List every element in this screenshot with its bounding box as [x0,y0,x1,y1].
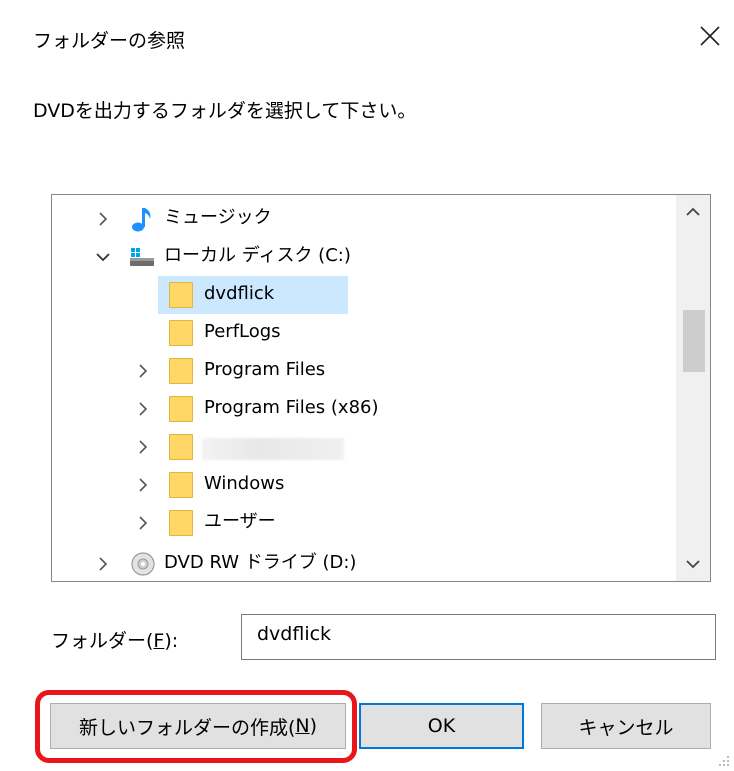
title-bar: フォルダーの参照 [0,0,734,78]
folder-icon [169,282,193,308]
vertical-scrollbar[interactable] [676,195,710,581]
tree-item-local-disk[interactable]: ローカル ディスク (C:) [52,238,674,276]
tree-item-label: ユーザー [204,511,276,532]
folder-accel-key: F [153,630,165,652]
tree-item-label: ローカル ディスク (C:) [164,245,351,266]
tree-item-label: PerfLogs [204,321,281,342]
tree-item-music[interactable]: ミュージック [52,200,674,238]
chevron-down-icon[interactable] [94,248,112,266]
dialog-title: フォルダーの参照 [33,30,186,52]
tree-item-dvd-drive[interactable]: DVD RW ドライブ (D:) [52,545,674,581]
tree-item-dvdflick[interactable]: dvdflick [52,276,674,314]
chevron-right-icon[interactable] [134,476,152,494]
scroll-up-button[interactable] [676,195,710,229]
tree-item-label: ミュージック [164,207,272,228]
chevron-right-icon[interactable] [94,555,112,573]
folder-icon [169,320,193,346]
chevron-right-icon[interactable] [134,362,152,380]
chevron-right-icon[interactable] [134,514,152,532]
folder-icon [169,510,193,536]
cancel-button[interactable]: キャンセル [541,703,711,749]
tree-item-label: Program Files [204,359,326,380]
tree-item-label: DVD RW ドライブ (D:) [164,552,357,573]
folder-icon [169,358,193,384]
tree-item-program-files-x86[interactable]: Program Files (x86) [52,390,674,428]
instruction-text: DVDを出力するフォルダを選択して下さい。 [33,100,417,122]
chevron-up-icon [686,207,700,216]
blurred-label [202,438,344,460]
chevron-right-icon[interactable] [94,210,112,228]
folder-name-input[interactable]: dvdflick [241,614,716,660]
close-icon [700,26,720,46]
folder-field-label: フォルダー(F): [51,626,178,653]
tree-item-users[interactable]: ユーザー [52,504,674,542]
scroll-thumb[interactable] [683,310,705,372]
folder-icon [169,396,193,422]
tree-item-windows[interactable]: Windows [52,466,674,504]
folder-tree[interactable]: ミュージック ローカル ディスク (C:) dvdflick PerfLogs … [51,194,711,582]
close-button[interactable] [690,16,730,56]
chevron-down-icon [686,560,700,569]
local-disk-icon [128,244,154,270]
folder-icon [169,472,193,498]
ok-button[interactable]: OK [359,703,524,749]
chevron-right-icon[interactable] [134,400,152,418]
tree-item-label: Windows [204,473,285,494]
folder-icon [169,434,193,460]
tree-item-redacted[interactable] [52,428,674,466]
dvd-drive-icon [130,551,155,577]
chevron-right-icon[interactable] [134,438,152,456]
highlight-annotation [35,690,357,763]
folder-browse-dialog: フォルダーの参照 DVDを出力するフォルダを選択して下さい。 ミュージック ロー… [0,0,734,771]
scroll-down-button[interactable] [676,547,710,581]
tree-item-perflogs[interactable]: PerfLogs [52,314,674,352]
music-note-icon [130,206,154,232]
tree-item-program-files[interactable]: Program Files [52,352,674,390]
tree-item-label: dvdflick [204,283,275,304]
folder-label-end: ): [164,630,179,652]
folder-label-text: フォルダー( [51,630,154,652]
tree-item-label: Program Files (x86) [204,397,379,418]
resize-grip-icon[interactable] [716,752,730,766]
